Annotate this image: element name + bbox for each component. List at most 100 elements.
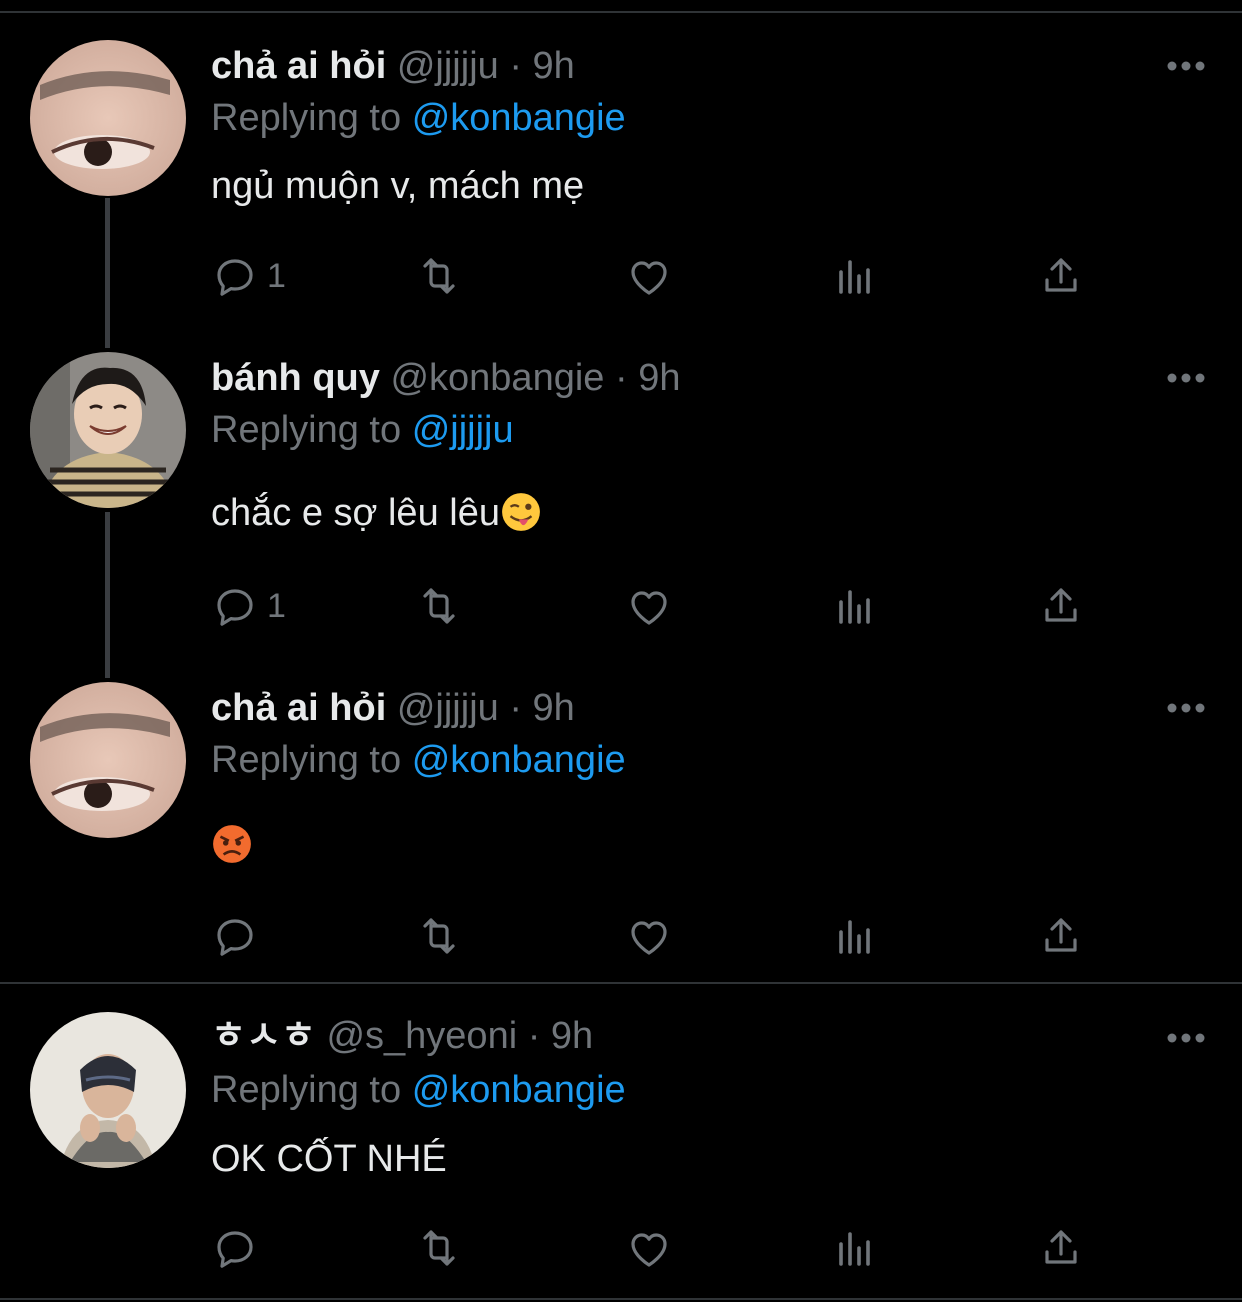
retweet-icon (423, 1230, 455, 1266)
more-button[interactable] (1156, 1018, 1216, 1058)
display-name[interactable]: bánh quy (211, 357, 380, 399)
reply-count: 1 (267, 586, 286, 625)
more-button[interactable] (1156, 688, 1216, 728)
reply-icon (217, 919, 253, 956)
like-icon (631, 921, 667, 955)
display-name[interactable]: chả ai hỏi (211, 687, 386, 729)
separator: · (614, 357, 628, 399)
replying-label: Replying to (211, 409, 402, 451)
display-name[interactable]: ㅎㅅㅎ (211, 1015, 316, 1057)
tweet-text: chắc e sợ lêu lêu (211, 492, 500, 534)
tweet-text-row: chắc e sợ lêu lêu (211, 488, 542, 546)
analytics-icon (839, 260, 870, 294)
tweet-text: ngủ muộn v, mách mẹ (211, 165, 585, 207)
tweet-header: bánh quy @konbangie · 9h (211, 353, 680, 403)
reply-icon (217, 589, 253, 626)
analytics-icon (839, 1232, 870, 1266)
like-icon (631, 261, 667, 295)
action-bar: 1 (211, 578, 1111, 634)
replying-label: Replying to (211, 1069, 402, 1111)
analytics-button[interactable] (831, 908, 879, 964)
share-button[interactable] (1037, 248, 1085, 304)
like-icon (631, 591, 667, 625)
timestamp[interactable]: 9h (638, 357, 680, 399)
retweet-button[interactable] (415, 908, 463, 964)
reply-button[interactable]: 1 (211, 248, 286, 304)
retweet-icon (423, 918, 455, 954)
handle[interactable]: @jjjjju (397, 45, 499, 87)
share-icon (1045, 258, 1077, 292)
more-button[interactable] (1156, 358, 1216, 398)
reply-button[interactable]: 1 (211, 578, 286, 634)
action-bar (211, 908, 1111, 964)
handle[interactable]: @konbangie (390, 357, 604, 399)
bottom-divider (0, 1298, 1242, 1300)
more-icon (1167, 373, 1205, 383)
timestamp[interactable]: 9h (533, 687, 575, 729)
handle[interactable]: @s_hyeoni (326, 1015, 517, 1057)
like-icon (631, 1233, 667, 1267)
analytics-button[interactable] (831, 578, 879, 634)
share-icon (1045, 1230, 1077, 1264)
retweet-button[interactable] (415, 248, 463, 304)
masked-person-avatar (30, 1012, 186, 1168)
share-button[interactable] (1037, 908, 1085, 964)
analytics-button[interactable] (831, 248, 879, 304)
tweet-header: chả ai hỏi @jjjjju · 9h (211, 41, 575, 91)
share-button[interactable] (1037, 578, 1085, 634)
tweet-header: chả ai hỏi @jjjjju · 9h (211, 683, 575, 733)
avatar[interactable] (30, 682, 186, 838)
more-button[interactable] (1156, 46, 1216, 86)
replying-to: Replying to @konbangie (211, 1065, 626, 1115)
analytics-icon (839, 590, 870, 624)
reply-button[interactable] (211, 1220, 267, 1276)
share-icon (1045, 588, 1077, 622)
analytics-icon (839, 920, 870, 954)
reply-icon (217, 259, 253, 296)
handle[interactable]: @jjjjju (397, 687, 499, 729)
display-name[interactable]: chả ai hỏi (211, 45, 386, 87)
like-button[interactable] (625, 248, 673, 304)
retweet-button[interactable] (415, 1220, 463, 1276)
retweet-icon (423, 588, 455, 624)
tweet[interactable]: ㅎㅅㅎ @s_hyeoni · 9h Replying to @konbangi… (0, 984, 1242, 1300)
eye-closeup-avatar (30, 682, 186, 838)
winking-face-with-tongue-icon (500, 491, 542, 546)
avatar[interactable] (30, 1012, 186, 1168)
more-icon (1167, 703, 1205, 713)
angry-face-icon (211, 823, 253, 878)
tweet-text: OK CỐT NHÉ (211, 1138, 447, 1180)
timestamp[interactable]: 9h (551, 1015, 593, 1057)
action-bar (211, 1220, 1111, 1276)
mention-link[interactable]: @konbangie (412, 97, 626, 139)
share-icon (1045, 918, 1077, 952)
tweet[interactable]: bánh quy @konbangie · 9h Replying to @jj… (0, 340, 1242, 670)
mention-link[interactable]: @konbangie (412, 1069, 626, 1111)
tweet-header: ㅎㅅㅎ @s_hyeoni · 9h (211, 1011, 593, 1061)
reply-button[interactable] (211, 908, 267, 964)
share-button[interactable] (1037, 1220, 1085, 1276)
tweet[interactable]: chả ai hỏi @jjjjju · 9h Replying to @kon… (0, 0, 1242, 340)
like-button[interactable] (625, 1220, 673, 1276)
avatar[interactable] (30, 352, 186, 508)
timestamp[interactable]: 9h (533, 45, 575, 87)
like-button[interactable] (625, 908, 673, 964)
replying-label: Replying to (211, 97, 402, 139)
action-bar: 1 (211, 248, 1111, 304)
avatar[interactable] (30, 40, 186, 196)
retweet-button[interactable] (415, 578, 463, 634)
separator: · (509, 687, 522, 729)
mention-link[interactable]: @jjjjju (412, 409, 514, 451)
separator: · (527, 1015, 541, 1057)
smiling-person-avatar (30, 352, 186, 508)
retweet-icon (423, 258, 455, 294)
eye-closeup-avatar (30, 40, 186, 196)
mention-link[interactable]: @konbangie (412, 739, 626, 781)
replying-to: Replying to @jjjjju (211, 405, 514, 455)
replying-label: Replying to (211, 739, 402, 781)
reply-icon (217, 1231, 253, 1268)
like-button[interactable] (625, 578, 673, 634)
more-icon (1167, 61, 1205, 71)
tweet[interactable]: chả ai hỏi @jjjjju · 9h Replying to @kon… (0, 670, 1242, 982)
analytics-button[interactable] (831, 1220, 879, 1276)
